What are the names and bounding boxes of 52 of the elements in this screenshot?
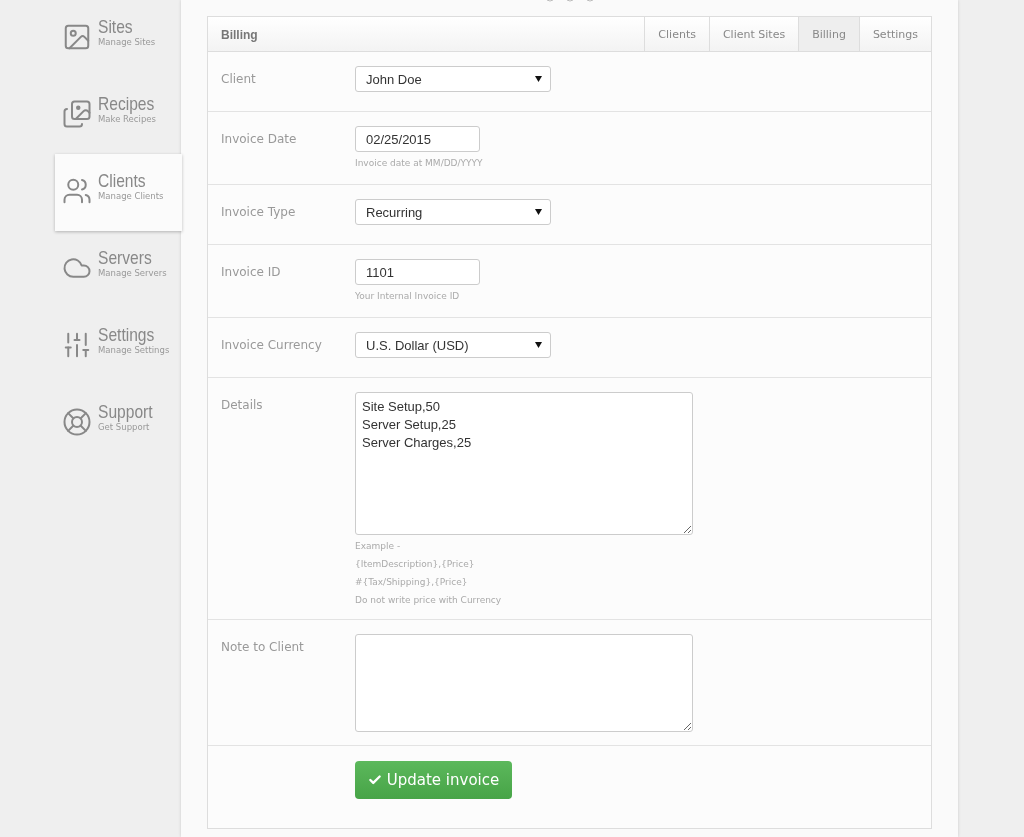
- image-icon: [62, 22, 92, 52]
- caret-icon: [535, 76, 542, 82]
- nav-title: Settings: [98, 324, 155, 345]
- sidebar-item[interactable]: Sites Manage Sites: [55, 0, 181, 77]
- input-field[interactable]: 1101: [355, 259, 480, 285]
- tab[interactable]: Billing: [798, 17, 859, 51]
- sidebar-item[interactable]: Clients Manage Clients: [55, 154, 182, 231]
- tab[interactable]: Clients: [644, 17, 709, 51]
- nav-subtitle: Manage Clients: [98, 191, 164, 201]
- sidebar-item[interactable]: Servers Manage Servers: [55, 231, 181, 308]
- update-invoice-button[interactable]: Update invoice: [355, 761, 512, 799]
- field-label: Invoice Currency: [221, 337, 323, 354]
- textarea-field[interactable]: Site Setup,50 Server Setup,25 Server Charges,25: [355, 392, 693, 535]
- field-label: Invoice ID: [221, 264, 282, 281]
- panel-title: Billing: [220, 27, 259, 44]
- input-field[interactable]: 02/25/2015: [355, 126, 480, 152]
- help-text: #{Tax/Shipping},{Price}: [355, 576, 469, 589]
- check-icon: [367, 773, 382, 787]
- select-dropdown[interactable]: U.S. Dollar (USD): [355, 332, 551, 358]
- field-label: Details: [221, 397, 264, 414]
- nav-title: Support: [98, 401, 153, 422]
- caret-icon: [535, 209, 542, 215]
- help-text: Your Internal Invoice ID: [355, 290, 461, 303]
- users-icon: [62, 176, 92, 206]
- field-label: Client: [221, 71, 257, 88]
- help-text: Example -: [355, 540, 402, 553]
- field-label: Invoice Date: [221, 131, 298, 148]
- nav-title: Servers: [98, 247, 153, 268]
- nav-subtitle: Make Recipes: [98, 114, 157, 124]
- nav-title: Sites: [98, 16, 134, 37]
- sliders-icon: [62, 330, 92, 360]
- sidebar-item[interactable]: Support Get Support: [55, 385, 181, 462]
- images-icon: [62, 99, 92, 129]
- select-dropdown[interactable]: John Doe: [355, 66, 551, 92]
- caret-icon: [535, 342, 542, 348]
- textarea-field[interactable]: [355, 634, 693, 732]
- nav-subtitle: Get Support: [98, 422, 150, 432]
- sidebar-item[interactable]: Settings Manage Settings: [55, 308, 181, 385]
- help-text: {ItemDescription},{Price}: [355, 558, 476, 571]
- lifebuoy-icon: [62, 407, 92, 437]
- nav-title: Clients: [98, 170, 147, 191]
- help-text: Invoice date at MM/DD/YYYY: [355, 157, 483, 170]
- select-dropdown[interactable]: Recurring: [355, 199, 551, 225]
- field-label: Invoice Type: [221, 204, 297, 221]
- nav-subtitle: Manage Sites: [98, 37, 156, 47]
- help-text: Do not write price with Currency: [355, 594, 503, 607]
- nav-title: Recipes: [98, 93, 155, 114]
- field-label: Note to Client: [221, 639, 305, 656]
- nav-subtitle: Manage Settings: [98, 345, 170, 355]
- nav-subtitle: Manage Servers: [98, 268, 167, 278]
- sidebar-item[interactable]: Recipes Make Recipes: [55, 77, 181, 154]
- tab[interactable]: Settings: [858, 17, 931, 51]
